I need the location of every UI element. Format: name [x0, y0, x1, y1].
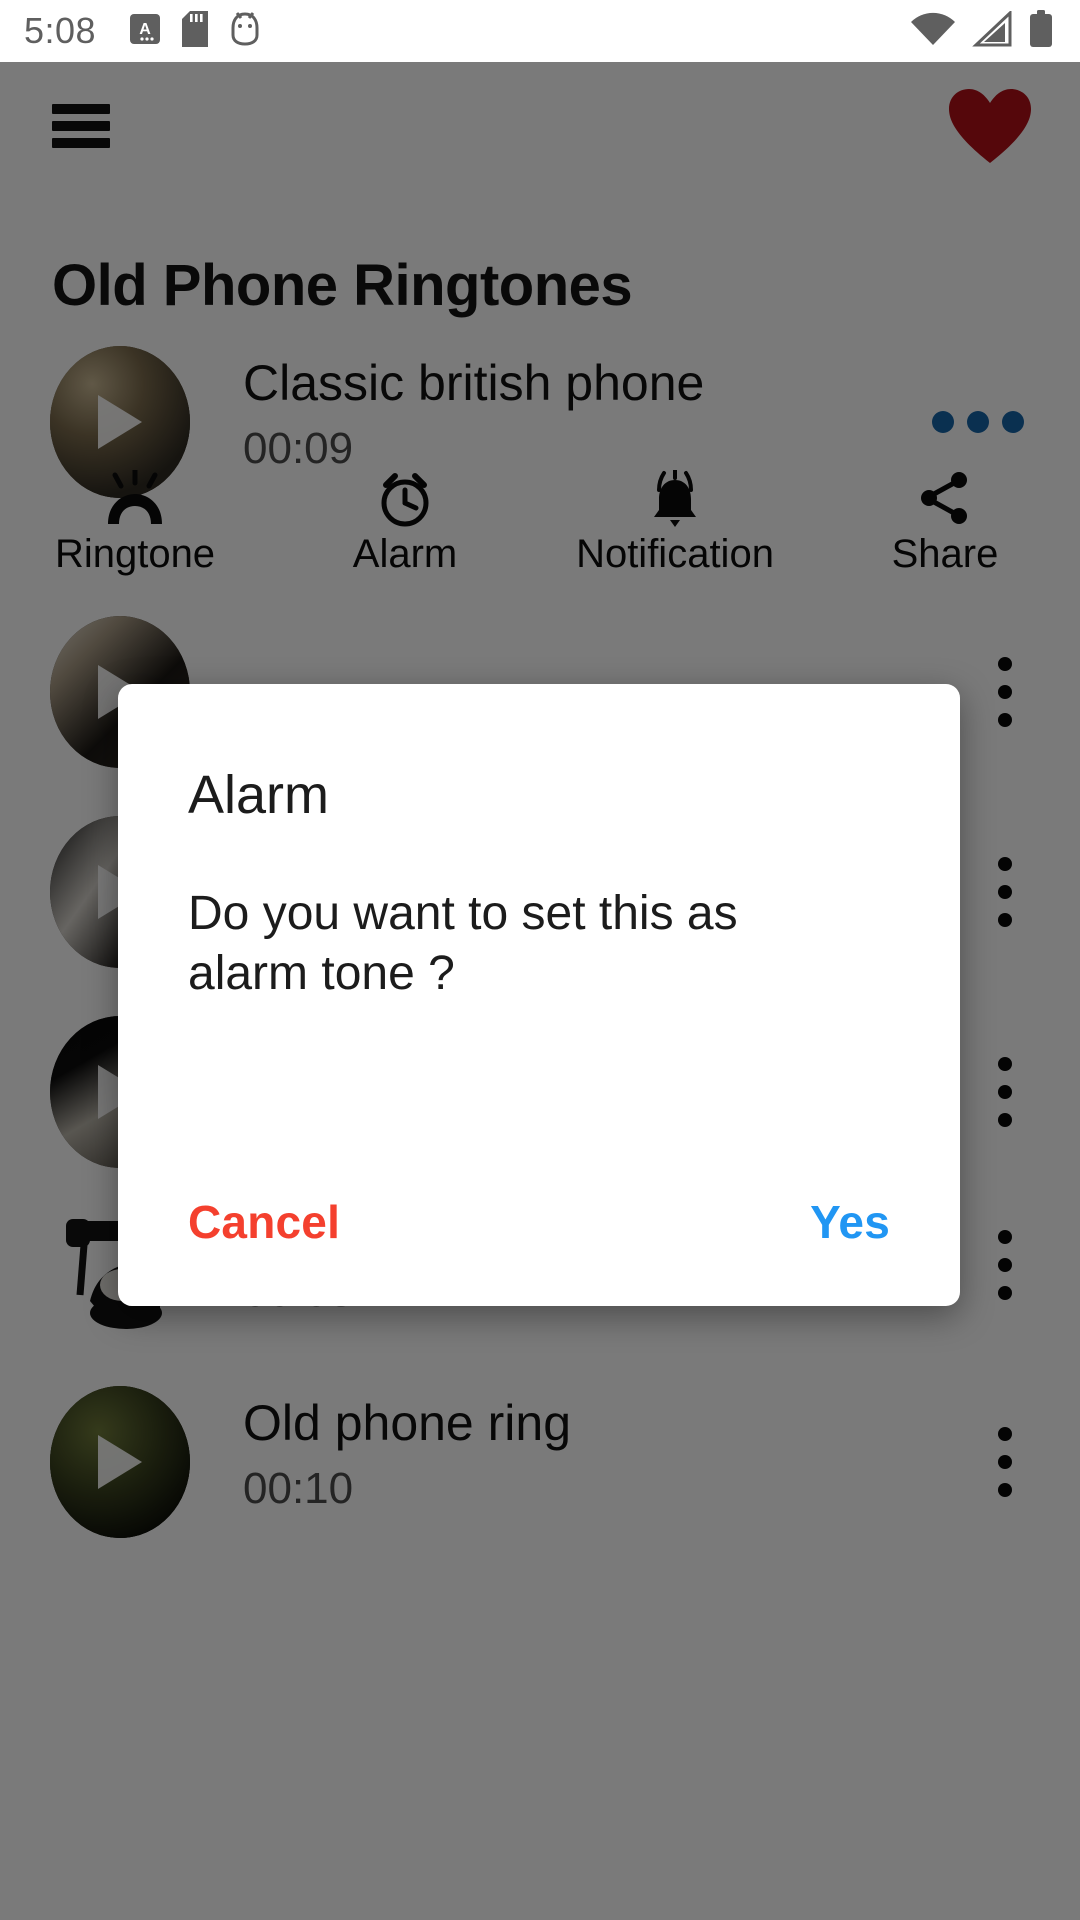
heart-icon[interactable] — [946, 86, 1034, 166]
cancel-button[interactable]: Cancel — [188, 1195, 340, 1249]
bell-icon — [640, 470, 710, 528]
vertical-more-icon[interactable] — [998, 1230, 1012, 1300]
alarm-confirm-dialog: Alarm Do you want to set this as alarm t… — [118, 684, 960, 1306]
ringtone-duration: 00:09 — [243, 424, 354, 473]
page-title: Old Phone Ringtones — [52, 253, 633, 318]
debug-bridge-icon — [230, 11, 260, 52]
ringtone-duration: 00:10 — [243, 1464, 354, 1513]
list-item[interactable]: Old phone ring 00:10 — [0, 1372, 1080, 1552]
app-notification-icon: A — [130, 12, 161, 51]
dialog-message: Do you want to set this as alarm tone ? — [188, 887, 738, 1000]
status-bar: 5:08 A — [0, 0, 1080, 62]
confirm-yes-button[interactable]: Yes — [810, 1195, 890, 1249]
dialog-button-bar: Cancel Yes — [118, 1138, 960, 1306]
action-ringtone[interactable]: Ringtone — [0, 470, 270, 584]
cellular-signal-icon — [972, 9, 1012, 52]
ringing-phone-icon — [96, 470, 174, 528]
ringtone-title: Old phone ring — [243, 1395, 572, 1451]
status-bar-clock: 5:08 — [24, 10, 97, 51]
action-alarm[interactable]: Alarm — [270, 470, 540, 584]
sd-card-icon — [182, 10, 209, 52]
action-label: Ringtone — [54, 532, 216, 576]
ringtone-thumbnail[interactable] — [50, 1386, 190, 1538]
vertical-more-icon[interactable] — [998, 1057, 1012, 1127]
svg-text:A: A — [139, 21, 151, 38]
app-bar — [0, 62, 1080, 190]
share-icon — [912, 470, 978, 528]
status-bar-right-icons — [910, 9, 1054, 53]
status-bar-left-icons: A — [130, 10, 260, 52]
alarm-clock-icon — [370, 470, 440, 528]
dialog-title: Alarm — [188, 765, 330, 825]
play-icon — [98, 395, 142, 449]
play-icon — [98, 1435, 142, 1489]
wifi-icon — [910, 11, 956, 52]
hamburger-menu-icon[interactable] — [52, 104, 110, 148]
action-notification[interactable]: Notification — [540, 470, 810, 584]
ringtone-title: Classic british phone — [243, 355, 705, 411]
action-label: Alarm — [352, 532, 458, 576]
action-label: Share — [891, 532, 999, 576]
action-share[interactable]: Share — [810, 470, 1080, 584]
phone-screen: 5:08 A Old Phone Ringtones Classic briti… — [0, 0, 1080, 1920]
horizontal-more-icon[interactable] — [932, 411, 1024, 433]
vertical-more-icon[interactable] — [998, 857, 1012, 927]
vertical-more-icon[interactable] — [998, 1427, 1012, 1497]
ringtone-action-strip: Ringtone Alarm Notification Share — [0, 470, 1080, 584]
battery-icon — [1028, 9, 1054, 53]
vertical-more-icon[interactable] — [998, 657, 1012, 727]
action-label: Notification — [576, 532, 774, 576]
